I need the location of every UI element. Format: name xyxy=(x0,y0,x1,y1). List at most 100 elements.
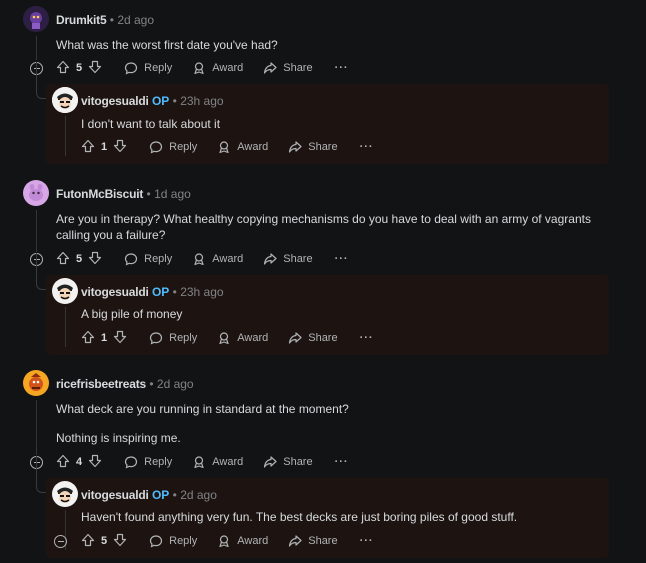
comment-meta: Drumkit5 • 2d ago xyxy=(56,13,154,27)
upvote-icon[interactable] xyxy=(56,251,70,268)
share-icon xyxy=(263,61,277,75)
downvote-icon[interactable] xyxy=(88,251,102,268)
username[interactable]: vitogesualdi xyxy=(81,94,149,108)
comment-text: What was the worst first date you've had… xyxy=(56,38,278,52)
avatar[interactable] xyxy=(23,6,49,32)
more-options-button[interactable]: ··· xyxy=(360,141,374,153)
op-badge: OP xyxy=(151,488,170,502)
comment-body: What was the worst first date you've had… xyxy=(56,37,616,53)
vote-count: 1 xyxy=(101,332,108,344)
timestamp[interactable]: 2d ago xyxy=(157,377,194,391)
vote-control: 5 xyxy=(56,60,102,77)
comment-text: Are you in therapy? What healthy copying… xyxy=(56,212,591,242)
timestamp[interactable]: 23h ago xyxy=(180,285,223,299)
more-options-button[interactable]: ··· xyxy=(335,62,349,74)
reply-actions: 1 Reply Award Share ··· xyxy=(81,138,374,156)
more-options-button[interactable]: ··· xyxy=(335,456,349,468)
separator-dot: • xyxy=(146,187,155,201)
vote-count: 5 xyxy=(76,253,83,265)
award-icon xyxy=(217,331,231,345)
share-button[interactable]: Share xyxy=(263,455,313,469)
upvote-icon[interactable] xyxy=(56,60,70,77)
more-options-button[interactable]: ··· xyxy=(335,253,349,265)
thread-line[interactable] xyxy=(65,116,66,156)
reply-button[interactable]: Reply xyxy=(149,534,197,548)
share-icon xyxy=(263,252,277,266)
collapse-button[interactable] xyxy=(54,535,67,548)
thread-line[interactable] xyxy=(36,36,37,60)
downvote-icon[interactable] xyxy=(113,330,127,347)
op-badge: OP xyxy=(151,285,170,299)
thread-line[interactable] xyxy=(36,400,37,455)
award-icon xyxy=(192,61,206,75)
timestamp[interactable]: 2d ago xyxy=(117,13,154,27)
op-avatar[interactable] xyxy=(52,481,78,507)
thread-line[interactable] xyxy=(36,210,37,252)
award-button[interactable]: Award xyxy=(192,252,243,266)
upvote-icon[interactable] xyxy=(56,454,70,471)
comment-body: Are you in therapy? What healthy copying… xyxy=(56,211,601,243)
award-label: Award xyxy=(212,253,244,265)
award-button[interactable]: Award xyxy=(217,140,268,154)
award-label: Award xyxy=(237,332,269,344)
share-button[interactable]: Share xyxy=(263,61,313,75)
reply-button[interactable]: Reply xyxy=(149,140,197,154)
username[interactable]: Drumkit5 xyxy=(56,13,107,27)
comment-actions: 5 Reply Award Share ··· xyxy=(56,59,349,77)
timestamp[interactable]: 23h ago xyxy=(180,94,223,108)
username[interactable]: ricefrisbeetreats xyxy=(56,377,146,391)
avatar[interactable] xyxy=(23,370,49,396)
op-avatar[interactable] xyxy=(52,87,78,113)
comment-actions: 5 Reply Award Share ··· xyxy=(56,250,349,268)
avatar[interactable] xyxy=(23,180,49,206)
reply-button[interactable]: Reply xyxy=(149,331,197,345)
share-icon xyxy=(288,534,302,548)
upvote-icon[interactable] xyxy=(81,533,95,550)
username[interactable]: vitogesualdi xyxy=(81,285,149,299)
share-label: Share xyxy=(283,456,313,468)
award-button[interactable]: Award xyxy=(192,61,243,75)
downvote-icon[interactable] xyxy=(113,533,127,550)
more-options-button[interactable]: ··· xyxy=(360,332,374,344)
reply-button[interactable]: Reply xyxy=(124,252,172,266)
share-button[interactable]: Share xyxy=(288,140,338,154)
vote-count: 5 xyxy=(101,535,108,547)
reply-body: I don't want to talk about it xyxy=(81,116,601,132)
comment-thread: Drumkit5 • 2d ago What was the worst fir… xyxy=(0,0,646,563)
reply-actions: 1 Reply Award Share ··· xyxy=(81,329,374,347)
reply-icon xyxy=(124,61,138,75)
award-button[interactable]: Award xyxy=(192,455,243,469)
vote-count: 4 xyxy=(76,456,83,468)
share-button[interactable]: Share xyxy=(288,534,338,548)
award-button[interactable]: Award xyxy=(217,331,268,345)
op-avatar[interactable] xyxy=(52,278,78,304)
thread-line[interactable] xyxy=(65,307,66,347)
comment-meta: ricefrisbeetreats • 2d ago xyxy=(56,377,194,391)
reply-actions: 5 Reply Award Share ··· xyxy=(81,532,374,550)
reply-button[interactable]: Reply xyxy=(124,455,172,469)
share-button[interactable]: Share xyxy=(263,252,313,266)
upvote-icon[interactable] xyxy=(81,139,95,156)
downvote-icon[interactable] xyxy=(113,139,127,156)
downvote-icon[interactable] xyxy=(88,60,102,77)
downvote-icon[interactable] xyxy=(88,454,102,471)
comment-actions: 4 Reply Award Share ··· xyxy=(56,453,349,471)
comment-text: Nothing is inspiring me. xyxy=(56,431,181,445)
reply-label: Reply xyxy=(169,141,198,153)
share-label: Share xyxy=(308,141,338,153)
reply-button[interactable]: Reply xyxy=(124,61,172,75)
vote-count: 5 xyxy=(76,62,83,74)
award-button[interactable]: Award xyxy=(217,534,268,548)
more-options-button[interactable]: ··· xyxy=(360,535,374,547)
username[interactable]: FutonMcBiscuit xyxy=(56,187,143,201)
timestamp[interactable]: 2d ago xyxy=(180,488,217,502)
share-button[interactable]: Share xyxy=(288,331,338,345)
upvote-icon[interactable] xyxy=(81,330,95,347)
share-label: Share xyxy=(308,535,338,547)
op-badge: OP xyxy=(151,94,170,108)
share-label: Share xyxy=(308,332,338,344)
timestamp[interactable]: 1d ago xyxy=(154,187,191,201)
reply-text: A big pile of money xyxy=(81,307,183,321)
username[interactable]: vitogesualdi xyxy=(81,488,149,502)
reply-meta: vitogesualdi OP • 2d ago xyxy=(81,488,217,502)
